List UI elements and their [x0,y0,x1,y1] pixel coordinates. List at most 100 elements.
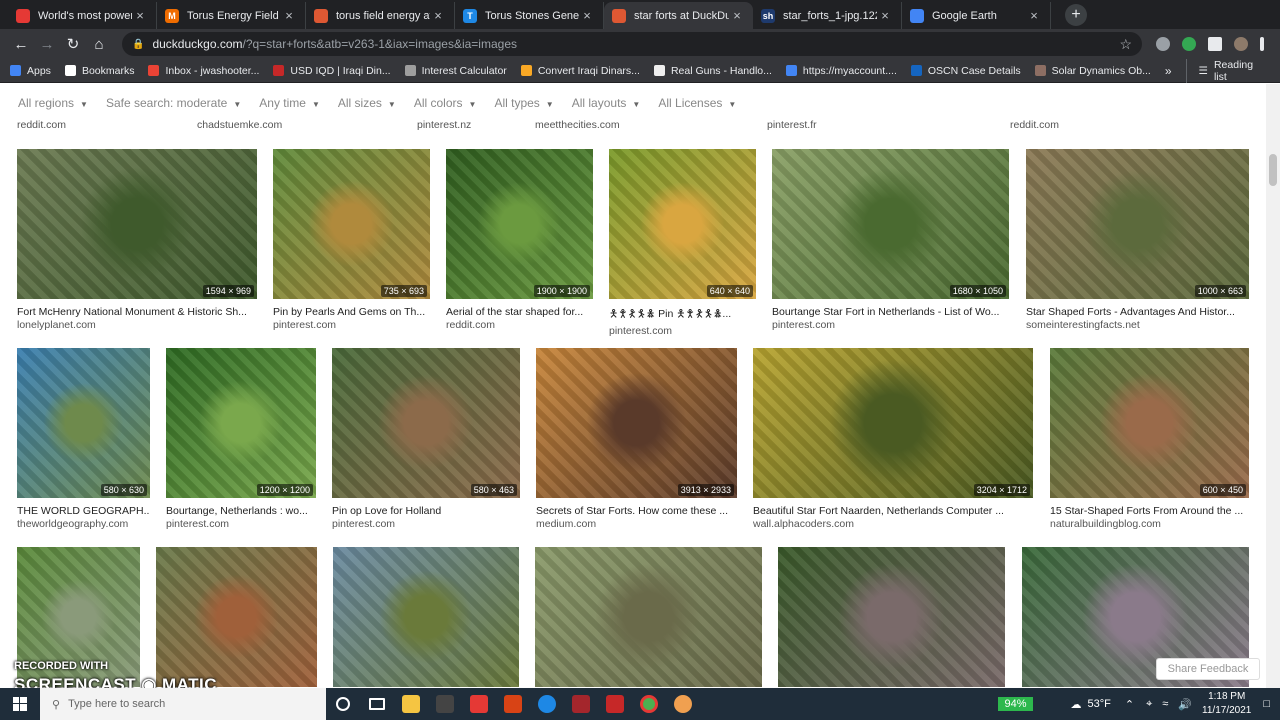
browser-tab[interactable]: star forts at DuckDuck× [604,2,753,29]
recorder-icon[interactable] [666,688,700,720]
result-thumbnail[interactable]: 1000 × 663 [1026,149,1249,299]
browser-tab[interactable]: torus field energy at D× [306,2,455,29]
result-thumbnail[interactable]: 1200 × 1200 [166,348,316,498]
weather-temp[interactable]: 53°F [1088,698,1111,710]
result-source[interactable]: pinterest.com [332,518,520,530]
browser-tab[interactable]: Google Earth × [902,2,1051,29]
app-s-icon[interactable] [598,688,632,720]
back-button[interactable]: ← [8,31,34,57]
result-source[interactable]: pinterest.com [166,518,316,530]
clock[interactable]: 1:18 PM 11/17/2021 [1202,690,1251,718]
reload-button[interactable]: ↻ [60,31,86,57]
app-doc-icon[interactable] [496,688,530,720]
image-result[interactable]: 600 × 450 15 Star-Shaped Forts From Aroun… [1050,348,1249,530]
address-bar[interactable]: 🔒 duckduckgo.com /?q=star+forts&atb=v263… [122,32,1142,56]
access-icon[interactable] [564,688,598,720]
result-source[interactable]: pinterest.com [273,319,430,331]
edge-icon[interactable] [530,688,564,720]
tab-close-icon[interactable]: × [1026,8,1042,23]
image-result[interactable] [535,547,762,687]
bookmark-star-icon[interactable]: ☆ [1119,36,1132,53]
result-source[interactable]: reddit.com [17,119,66,131]
bookmark-item[interactable]: Interest Calculator [404,65,507,77]
menu-dots-icon[interactable] [1260,37,1264,51]
result-title[interactable]: Fort McHenry National Monument & Histori… [17,306,257,318]
bookmarks-overflow-button[interactable]: » [1165,64,1172,78]
browser-tab[interactable]: T Torus Stones Generate× [455,2,604,29]
task-view-icon[interactable] [360,688,394,720]
share-feedback-button[interactable]: Share Feedback [1156,658,1260,680]
filter-dropdown[interactable]: All sizes ▼ [338,96,396,110]
scrollbar-thumb[interactable] [1269,154,1277,186]
reading-list-button[interactable]: ☰ Reading list [1185,58,1268,83]
image-result[interactable]: 1594 × 969 Fort McHenry National Monument… [17,149,257,331]
tab-close-icon[interactable]: × [579,8,595,23]
result-thumbnail[interactable] [333,547,519,687]
bookmark-item[interactable]: Bookmarks [64,65,134,77]
bookmark-item[interactable]: Inbox - jwashooter... [148,65,259,77]
notifications-icon[interactable]: □ [1263,698,1270,710]
result-source[interactable]: meetthecities.com [535,119,620,131]
result-title[interactable]: Secrets of Star Forts. How come these ..… [536,505,737,517]
filter-dropdown[interactable]: Any time ▼ [259,96,320,110]
result-thumbnail[interactable]: 3204 × 1712 [753,348,1033,498]
result-title[interactable]: Bourtange, Netherlands : wo... [166,505,316,517]
file-explorer-icon[interactable] [394,688,428,720]
filter-dropdown[interactable]: All Licenses ▼ [658,96,736,110]
wifi-icon[interactable]: ≈ [1162,698,1168,710]
image-result[interactable]: 1000 × 663 Star Shaped Forts - Advantages… [1026,149,1249,331]
result-title[interactable]: Pin op Love for Holland [332,505,520,517]
result-source[interactable]: naturalbuildingblog.com [1050,518,1249,530]
image-result[interactable]: 1200 × 1200 Bourtange, Netherlands : wo..… [166,348,316,530]
result-source[interactable]: someinterestingfacts.net [1026,319,1249,331]
result-thumbnail[interactable]: 640 × 640 [609,149,756,299]
image-result[interactable]: 1680 × 1050 Bourtange Star Fort in Nether… [772,149,1009,331]
forward-button[interactable]: → [34,31,60,57]
image-result[interactable]: 3913 × 2933 Secrets of Star Forts. How co… [536,348,737,530]
store-icon[interactable] [428,688,462,720]
tray-chevron-icon[interactable]: ⌃ [1125,698,1134,711]
bookmark-item[interactable]: Real Guns - Handlo... [653,65,772,77]
image-result[interactable]: 3204 × 1712 Beautiful Star Fort Naarden, … [753,348,1033,530]
bookmark-item[interactable]: OSCN Case Details [910,65,1021,77]
result-thumbnail[interactable]: 580 × 630 [17,348,150,498]
result-thumbnail[interactable]: 1594 × 969 [17,149,257,299]
result-thumbnail[interactable] [778,547,1005,687]
result-title[interactable]: Pin by Pearls And Gems on Th... [273,306,430,318]
new-tab-button[interactable]: + [1065,4,1087,26]
start-button[interactable] [0,688,40,720]
filter-dropdown[interactable]: All regions ▼ [18,96,88,110]
image-result[interactable]: 580 × 463 Pin op Love for Holland pinteres… [332,348,520,530]
extension-w-icon[interactable] [1156,37,1170,51]
filter-dropdown[interactable]: All colors ▼ [414,96,477,110]
result-source[interactable]: pinterest.fr [767,119,817,131]
result-source[interactable]: theworldgeography.com [17,518,150,530]
result-title[interactable]: 🯅🯆🯇🯈🯉 Pin 🯅🯆🯇🯈🯉... [609,306,756,324]
result-thumbnail[interactable] [535,547,762,687]
tab-close-icon[interactable]: × [877,8,893,23]
tab-close-icon[interactable]: × [729,8,745,23]
browser-tab[interactable]: World's most powerfu× [8,2,157,29]
bookmark-item[interactable]: https://myaccount.... [785,65,897,77]
result-thumbnail[interactable]: 1900 × 1900 [446,149,593,299]
result-source[interactable]: pinterest.nz [417,119,471,131]
result-source[interactable]: pinterest.com [772,319,1009,331]
browser-tab[interactable]: sh star_forts_1-jpg.1221 × [753,2,902,29]
bookmark-item[interactable]: USD IQD | Iraqi Din... [273,65,391,77]
volume-icon[interactable]: 🔊 [1178,698,1192,711]
tab-close-icon[interactable]: × [132,8,148,23]
taskbar-search[interactable]: ⚲ Type here to search [40,688,326,720]
image-result[interactable]: 640 × 640 🯅🯆🯇🯈🯉 Pin 🯅🯆🯇🯈🯉... pinterest.com [609,149,756,337]
result-title[interactable]: Beautiful Star Fort Naarden, Netherlands… [753,505,1033,517]
bookmark-item[interactable]: Solar Dynamics Ob... [1034,65,1151,77]
vertical-scrollbar[interactable] [1266,84,1280,688]
tab-close-icon[interactable]: × [430,8,446,23]
result-source[interactable]: reddit.com [446,319,593,331]
result-thumbnail[interactable]: 580 × 463 [332,348,520,498]
extension-check-icon[interactable] [1182,37,1196,51]
extensions-puzzle-icon[interactable] [1208,37,1222,51]
result-title[interactable]: THE WORLD GEOGRAPH... [17,505,150,517]
result-thumbnail[interactable]: 735 × 693 [273,149,430,299]
result-title[interactable]: Aerial of the star shaped for... [446,306,593,318]
filter-dropdown[interactable]: All types ▼ [494,96,553,110]
